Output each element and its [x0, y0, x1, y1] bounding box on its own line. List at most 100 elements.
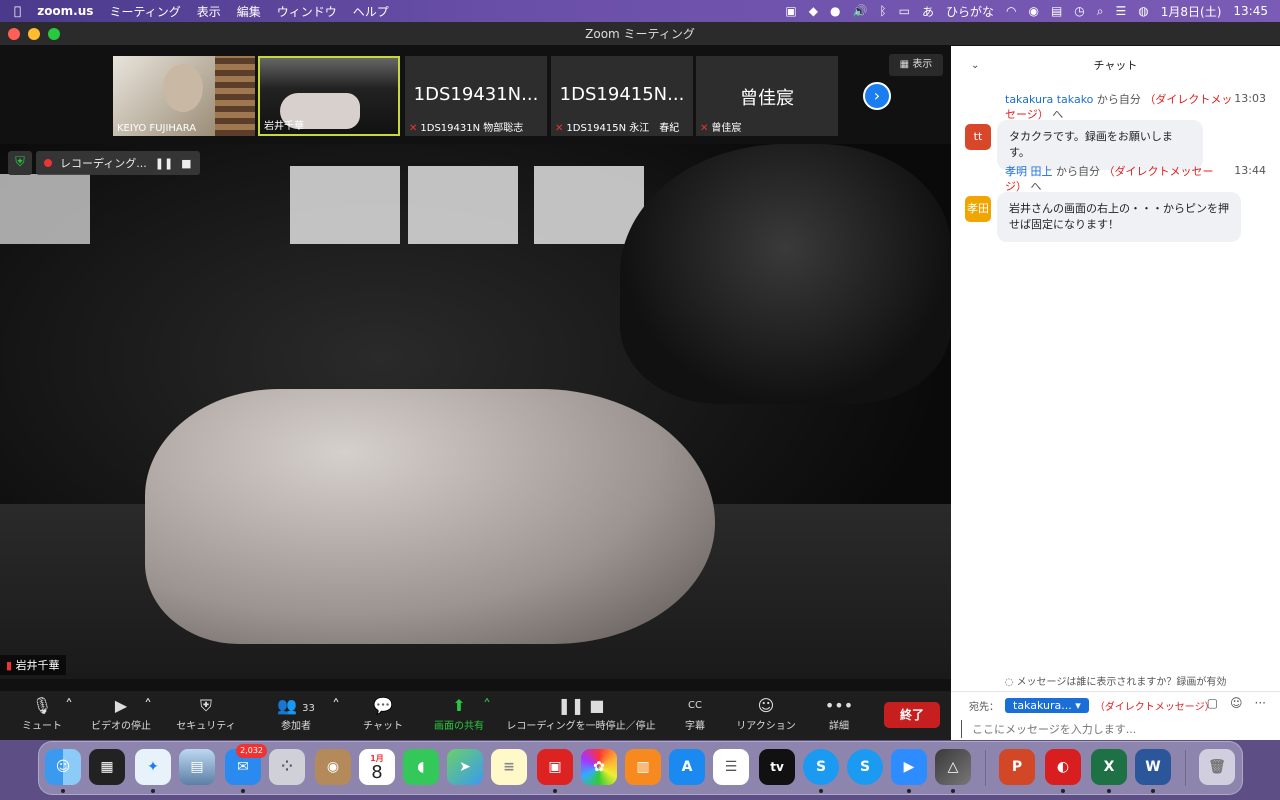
calendar-icon[interactable]: 1月 8: [359, 749, 395, 785]
visibility-notice[interactable]: ◌ メッセージは誰に表示されますか？録画が有効: [951, 673, 1280, 689]
menu-window[interactable]: ウィンドウ: [277, 3, 337, 20]
recipient-value: takakura...: [1013, 699, 1072, 712]
menu-app-name[interactable]: zoom.us: [37, 4, 93, 18]
menu-edit[interactable]: 編集: [237, 3, 261, 20]
mute-options-caret[interactable]: ˄: [64, 695, 74, 717]
apple-tv-icon[interactable]: tv: [759, 749, 795, 785]
file-icon[interactable]: ▢: [1207, 696, 1218, 710]
maps-icon[interactable]: ➤: [447, 749, 483, 785]
recording-indicator[interactable]: レコーディング... ❚❚ ■: [36, 151, 200, 175]
participants-options-caret[interactable]: ˄: [330, 695, 342, 717]
input-method-label[interactable]: ひらがな: [946, 3, 994, 20]
zoom-status-icon[interactable]: ▣: [785, 4, 796, 18]
chat-button[interactable]: 💬 チャット: [360, 695, 406, 732]
running-indicator: [951, 789, 955, 793]
skype-icon[interactable]: S: [803, 749, 839, 785]
mail-icon[interactable]: ✉ 2,032: [225, 744, 267, 785]
thumbnail-keiyo[interactable]: KEIYO FUJIHARA: [113, 56, 255, 136]
share-screen-button[interactable]: ⬆ 画面の共有: [430, 695, 488, 732]
app-store-icon[interactable]: A: [669, 749, 705, 785]
menu-meeting[interactable]: ミーティング: [109, 3, 180, 20]
ellipsis-icon[interactable]: ···: [1255, 696, 1266, 710]
contacts-icon[interactable]: ◉: [315, 749, 351, 785]
time-machine-icon[interactable]: ◷: [1074, 4, 1084, 18]
user-icon[interactable]: ◉: [1028, 4, 1038, 18]
thumbnail-1ds19431n[interactable]: 1DS19431N... ✕ 1DS19431N 物部聡志: [405, 56, 547, 136]
spotlight-icon[interactable]: ⌕: [1097, 4, 1104, 19]
minimize-window-button[interactable]: [28, 28, 40, 40]
close-window-button[interactable]: [8, 28, 20, 40]
video-label: ビデオの停止: [91, 721, 151, 732]
share-options-caret[interactable]: ˄: [481, 695, 493, 717]
chevron-right-icon: ›: [873, 86, 881, 105]
books-icon[interactable]: ▥: [625, 749, 661, 785]
notes-icon[interactable]: ≡: [491, 749, 527, 785]
stop-icon[interactable]: ■: [181, 157, 191, 170]
photo-booth-icon[interactable]: ▣: [537, 749, 573, 785]
keyboard-icon[interactable]: ▤: [1051, 4, 1062, 18]
photos-icon[interactable]: ✿: [581, 749, 617, 785]
recipient-select[interactable]: takakura... ▾: [1005, 698, 1089, 713]
video-options-caret[interactable]: ˄: [142, 695, 154, 717]
more-button[interactable]: ••• 詳細: [822, 695, 856, 732]
launchpad-icon[interactable]: ⁘: [269, 749, 305, 785]
thumbnail-iwai[interactable]: 岩井千華: [258, 56, 400, 136]
encryption-shield-icon[interactable]: ⛨: [8, 151, 32, 175]
menu-view[interactable]: 表示: [197, 3, 221, 20]
safari-icon[interactable]: ✦: [135, 749, 171, 785]
excel-icon[interactable]: X: [1091, 749, 1127, 785]
meeting-toolbar: 🎙 ミュート ˄ ▶ ビデオの停止 ˄ ⛨ セキュリティ 👥 33 参加者 ˄ …: [0, 691, 951, 740]
chat-message-input[interactable]: [961, 720, 1261, 738]
bluetooth-icon[interactable]: ᛒ: [879, 4, 886, 18]
message-recipient: から自分: [1096, 93, 1141, 106]
message-sender[interactable]: takakura takako: [1005, 93, 1093, 106]
message-sender[interactable]: 孝明 田上: [1005, 165, 1053, 178]
running-indicator: [241, 789, 245, 793]
participants-button[interactable]: 👥 33 参加者: [272, 695, 320, 732]
main-video[interactable]: ⛨ レコーディング... ❚❚ ■ ▮ 岩井千華: [0, 144, 951, 679]
captions-button[interactable]: CC 字幕: [676, 695, 714, 732]
dropbox-icon[interactable]: ◆: [809, 4, 818, 18]
mission-control-icon[interactable]: ▦: [89, 749, 125, 785]
maximize-window-button[interactable]: [48, 28, 60, 40]
thumbnail-big-name: 1DS19431N...: [413, 84, 539, 105]
pause-icon[interactable]: ❚❚: [155, 157, 173, 170]
zoom-icon[interactable]: ▶: [891, 749, 927, 785]
share-arrow-icon: ⬆: [452, 696, 466, 715]
menu-date[interactable]: 1月8日(土): [1161, 3, 1222, 20]
reminders-icon[interactable]: ☰: [713, 749, 749, 785]
window-pane: [408, 166, 518, 244]
recording-control-button[interactable]: ❚❚ ■ レコーディングを一時停止／停止: [505, 695, 657, 732]
siri-icon[interactable]: ◍: [1138, 4, 1148, 18]
powerpoint-icon[interactable]: P: [999, 749, 1035, 785]
trend-micro-icon[interactable]: ◐: [1045, 749, 1081, 785]
preview-icon[interactable]: ▤: [179, 749, 215, 785]
view-button[interactable]: ▦ 表示: [889, 54, 943, 76]
signal-bars-icon: ▮: [6, 659, 13, 672]
norton-icon[interactable]: ●: [830, 4, 840, 18]
vlc-icon[interactable]: △: [935, 749, 971, 785]
menu-help[interactable]: ヘルプ: [353, 3, 389, 20]
running-indicator: [1107, 789, 1111, 793]
control-center-icon[interactable]: ☰: [1116, 4, 1127, 18]
input-method-icon[interactable]: あ: [922, 3, 934, 20]
chevron-down-icon[interactable]: ⌄: [971, 46, 979, 86]
next-page-button[interactable]: ›: [863, 82, 891, 110]
thumbnail-zeng[interactable]: 曾佳宸 ✕ 曾佳宸: [696, 56, 838, 136]
volume-icon[interactable]: 🔊: [852, 4, 867, 18]
security-button[interactable]: ⛨ セキュリティ: [172, 695, 240, 732]
messages-icon[interactable]: ◖: [403, 749, 439, 785]
word-icon[interactable]: W: [1135, 749, 1171, 785]
trash-icon[interactable]: 🗑: [1199, 749, 1235, 785]
wifi-icon[interactable]: ◠: [1006, 4, 1016, 18]
finder-icon[interactable]: ☺: [45, 749, 81, 785]
menu-time[interactable]: 13:45: [1233, 4, 1268, 18]
thumbnail-1ds19415n[interactable]: 1DS19415N... ✕ 1DS19415N 永江 春紀: [551, 56, 693, 136]
end-meeting-button[interactable]: 終了: [884, 702, 940, 728]
battery-icon[interactable]: ▭: [899, 4, 910, 18]
mute-button[interactable]: 🎙 ミュート: [20, 695, 64, 732]
apple-icon[interactable]: : [14, 4, 21, 18]
skype-for-business-icon[interactable]: S: [847, 749, 883, 785]
reactions-button[interactable]: ☺ リアクション: [734, 695, 798, 732]
emoji-icon[interactable]: ☺: [1230, 696, 1243, 710]
